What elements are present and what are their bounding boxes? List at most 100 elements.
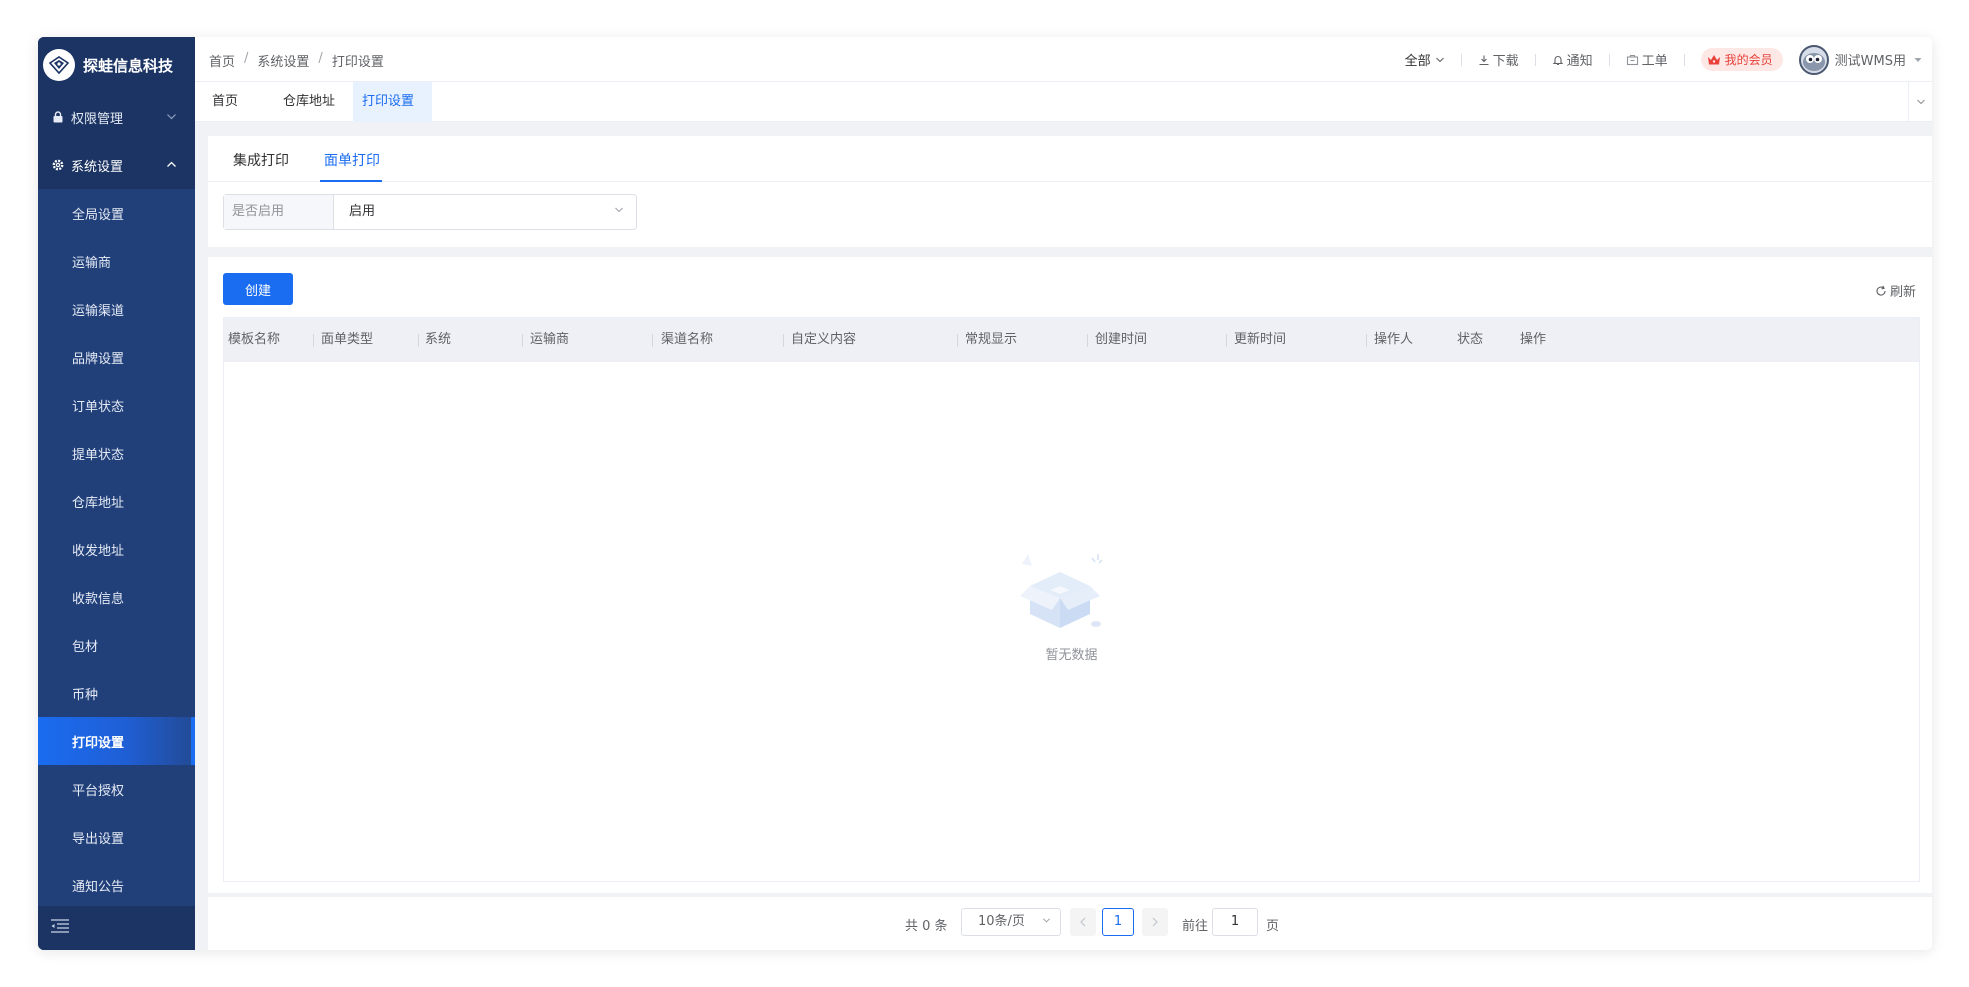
avatar[interactable] — [1798, 44, 1829, 75]
column-separator — [652, 334, 653, 347]
app-window: 探蛙信息科技 权限管理 系统设置 全局设置 运输商 运输渠道 品牌设置 订单状态… — [38, 37, 1932, 950]
sidebar-item-label: 导出设置 — [72, 831, 125, 847]
sidebar-item-export-settings[interactable]: 导出设置 — [38, 813, 195, 861]
empty-box-icon — [1012, 552, 1108, 636]
sidebar-group-permissions[interactable]: 权限管理 — [38, 93, 195, 141]
sidebar-group-label: 系统设置 — [71, 159, 124, 175]
header-actions: 全部 下载 通知 工单 我的会员 测试WMS用 — [1389, 37, 1922, 82]
sidebar-item-warehouse-address[interactable]: 仓库地址 — [38, 477, 195, 525]
column-header: 创建时间 — [1095, 332, 1148, 347]
tag-warehouse-address[interactable]: 仓库地址 — [265, 82, 353, 122]
table-header: 模板名称 面单类型 系统 运输商 渠道名称 自定义内容 常规显示 创建时间 更新… — [224, 318, 1919, 362]
menu-fold-icon — [50, 918, 70, 938]
refresh-button[interactable]: 刷新 — [1875, 281, 1916, 300]
page-size-select[interactable]: 10条/页 — [961, 908, 1061, 936]
goto-label: 前往 — [1182, 919, 1209, 934]
download-label: 下载 — [1492, 54, 1519, 69]
column-separator — [313, 334, 314, 347]
sidebar-item-brand[interactable]: 品牌设置 — [38, 333, 195, 381]
select-value: 启用 — [349, 204, 376, 219]
sidebar-item-payment-info[interactable]: 收款信息 — [38, 573, 195, 621]
column-header: 渠道名称 — [661, 332, 714, 347]
divider — [1608, 53, 1610, 66]
breadcrumb-item[interactable]: 系统设置 — [257, 51, 309, 70]
download-icon — [1478, 54, 1490, 66]
print-type-tabs: 集成打印 面单打印 — [208, 136, 1932, 182]
column-separator — [1087, 334, 1088, 347]
sidebar-item-packaging[interactable]: 包材 — [38, 621, 195, 669]
sidebar-item-label: 品牌设置 — [72, 351, 125, 367]
column-header: 面单类型 — [321, 332, 374, 347]
divider — [1683, 53, 1685, 66]
notify-button[interactable]: 通知 — [1552, 50, 1593, 69]
chevron-down-icon — [1435, 55, 1445, 65]
chevron-down-icon — [614, 195, 624, 229]
next-page-button[interactable] — [1142, 908, 1168, 936]
caret-down-icon[interactable] — [1914, 57, 1922, 63]
sidebar-item-notices[interactable]: 通知公告 — [38, 861, 195, 909]
tab-label-print[interactable]: 面单打印 — [324, 150, 380, 170]
sidebar-item-bol-status[interactable]: 提单状态 — [38, 429, 195, 477]
sidebar: 探蛙信息科技 权限管理 系统设置 全局设置 运输商 运输渠道 品牌设置 订单状态… — [38, 37, 195, 950]
pagination: 共 0 条 10条/页 1 前往 1 页 — [208, 897, 1932, 950]
chevron-up-icon — [166, 159, 177, 174]
vip-label: 我的会员 — [1724, 53, 1773, 67]
sidebar-item-label: 平台授权 — [72, 783, 125, 799]
tag-home[interactable]: 首页 — [195, 82, 265, 122]
column-header: 更新时间 — [1234, 332, 1287, 347]
tag-print-settings[interactable]: 打印设置 — [353, 82, 432, 122]
breadcrumb-item[interactable]: 首页 — [209, 51, 235, 70]
sidebar-item-global-settings[interactable]: 全局设置 — [38, 189, 195, 237]
sidebar-item-channels[interactable]: 运输渠道 — [38, 285, 195, 333]
ticket-label: 工单 — [1641, 54, 1668, 69]
divider — [1534, 53, 1536, 66]
page-number-current[interactable]: 1 — [1102, 908, 1134, 936]
table-empty-state: 暂无数据 — [224, 362, 1919, 881]
vip-button[interactable]: 我的会员 — [1700, 48, 1783, 71]
notify-label: 通知 — [1566, 54, 1593, 69]
column-separator — [957, 334, 958, 347]
refresh-icon — [1875, 285, 1887, 297]
download-button[interactable]: 下载 — [1478, 50, 1519, 69]
sidebar-item-platform-auth[interactable]: 平台授权 — [38, 765, 195, 813]
user-name[interactable]: 测试WMS用 — [1835, 50, 1906, 69]
gear-icon — [52, 159, 64, 171]
tab-integrated-print[interactable]: 集成打印 — [233, 150, 289, 170]
sidebar-group-label: 权限管理 — [71, 111, 124, 127]
breadcrumb-separator: / — [244, 51, 249, 66]
sidebar-item-carriers[interactable]: 运输商 — [38, 237, 195, 285]
chevron-down-icon — [1916, 97, 1926, 107]
chevron-right-icon — [1151, 917, 1159, 927]
column-header: 自定义内容 — [791, 332, 857, 347]
sidebar-item-shipping-address[interactable]: 收发地址 — [38, 525, 195, 573]
ticket-button[interactable]: 工单 — [1626, 50, 1668, 69]
sidebar-item-currency[interactable]: 币种 — [38, 669, 195, 717]
sidebar-item-print-settings[interactable]: 打印设置 — [38, 717, 195, 765]
sidebar-item-label: 打印设置 — [72, 735, 125, 751]
column-header: 操作人 — [1374, 332, 1414, 347]
empty-text: 暂无数据 — [1045, 648, 1098, 663]
sidebar-item-label: 仓库地址 — [72, 495, 125, 511]
column-header: 操作 — [1520, 332, 1547, 347]
tag-label: 首页 — [212, 94, 239, 109]
logo[interactable]: 探蛙信息科技 — [38, 37, 195, 93]
tags-more-button[interactable] — [1908, 82, 1932, 122]
sidebar-item-order-status[interactable]: 订单状态 — [38, 381, 195, 429]
tag-label: 打印设置 — [362, 94, 415, 109]
goto-page-input[interactable]: 1 — [1212, 908, 1258, 936]
sidebar-group-system-settings[interactable]: 系统设置 — [38, 141, 195, 189]
create-button[interactable]: 创建 — [223, 273, 293, 305]
prev-page-button[interactable] — [1070, 908, 1096, 936]
filter-card: 集成打印 面单打印 是否启用 启用 — [208, 136, 1932, 247]
sidebar-collapse-button[interactable] — [38, 906, 195, 950]
bell-icon — [1552, 54, 1564, 66]
active-tab-indicator — [320, 180, 382, 182]
tag-label: 仓库地址 — [283, 94, 336, 109]
top-header: 首页 / 系统设置 / 打印设置 全部 下载 通知 工单 我的会员 测试WMS用 — [195, 37, 1932, 82]
column-separator — [783, 334, 784, 347]
breadcrumb: 首页 / 系统设置 / 打印设置 — [209, 51, 384, 70]
scope-dropdown[interactable]: 全部 — [1405, 50, 1445, 69]
breadcrumb-current: 打印设置 — [331, 55, 384, 70]
enabled-select[interactable]: 启用 — [334, 195, 636, 229]
logo-icon — [43, 49, 75, 81]
